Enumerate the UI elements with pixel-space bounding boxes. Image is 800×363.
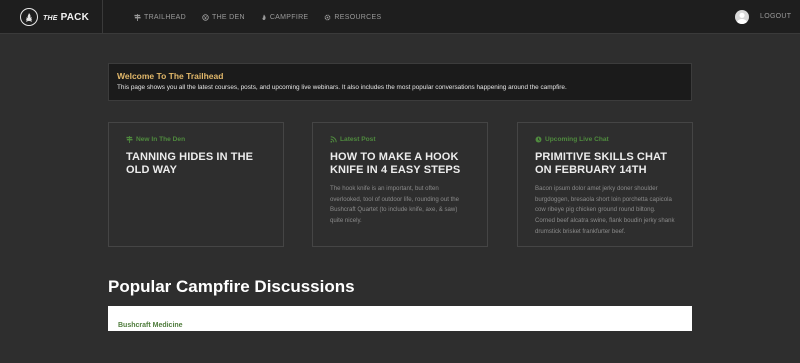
welcome-description: This page shows you all the latest cours… [117, 84, 567, 91]
gear-icon [325, 14, 331, 20]
welcome-title: Welcome To The Trailhead [117, 71, 224, 81]
nav-item-label: Campfire [269, 13, 309, 21]
nav-item-label: Resources [334, 13, 382, 21]
card-kicker-label: Latest Post [340, 136, 376, 143]
card-excerpt: Bacon ipsum dolor amet jerky doner shoul… [535, 185, 675, 235]
welcome-banner: Welcome To The Trailhead This page shows… [108, 63, 692, 101]
logout-link[interactable]: LOGOUT [760, 13, 791, 20]
card-kicker-label: New In The Den [136, 136, 186, 143]
top-navbar: THE PACK Trailhead The Den [0, 0, 800, 34]
signpost-icon [126, 136, 133, 143]
user-silhouette-icon [736, 12, 748, 24]
nav-item-label: Trailhead [144, 13, 186, 21]
flame-icon [262, 13, 266, 20]
card-title[interactable]: Tanning Hides In The Old Way [126, 151, 266, 177]
card-upcoming-live-chat[interactable]: Upcoming Live Chat Primitive Skills Chat… [517, 122, 693, 247]
card-kicker: New In The Den [126, 136, 266, 143]
user-avatar[interactable] [735, 10, 749, 24]
brand-logo[interactable]: THE PACK [0, 0, 103, 34]
card-kicker: Upcoming Live Chat [535, 136, 675, 143]
nav-item-trailhead[interactable]: Trailhead [134, 13, 186, 21]
nav-item-the-den[interactable]: The Den [202, 14, 245, 21]
discussion-title[interactable]: Bushcraft Medicine [118, 322, 183, 329]
brand-word: PACK [60, 11, 89, 23]
signpost-icon [134, 13, 141, 21]
card-title[interactable]: How To Make A Hook Knife In 4 Easy Steps [330, 151, 470, 177]
primary-nav: Trailhead The Den Campfire Resources [134, 0, 397, 34]
nav-item-campfire[interactable]: Campfire [261, 14, 309, 21]
feed-icon [330, 136, 337, 143]
card-excerpt: The hook knife is an important, but ofte… [330, 185, 460, 225]
card-title[interactable]: Primitive Skills Chat On February 14th [535, 151, 675, 177]
card-kicker-label: Upcoming Live Chat [545, 136, 609, 143]
card-kicker: Latest Post [330, 136, 470, 143]
paw-icon [202, 13, 209, 21]
brand-lead: THE [43, 14, 58, 22]
clock-icon [535, 136, 542, 143]
nav-item-resources[interactable]: Resources [324, 14, 381, 21]
brand-name: THE PACK [43, 12, 89, 23]
card-new-in-the-den[interactable]: New In The Den Tanning Hides In The Old … [108, 122, 284, 247]
nav-item-label: The Den [212, 13, 245, 21]
card-latest-post[interactable]: Latest Post How To Make A Hook Knife In … [312, 122, 488, 247]
popular-discussions-heading: Popular Campfire Discussions [108, 277, 355, 296]
discussion-item[interactable]: Bushcraft Medicine [108, 306, 692, 331]
campfire-logo-icon [20, 8, 38, 26]
